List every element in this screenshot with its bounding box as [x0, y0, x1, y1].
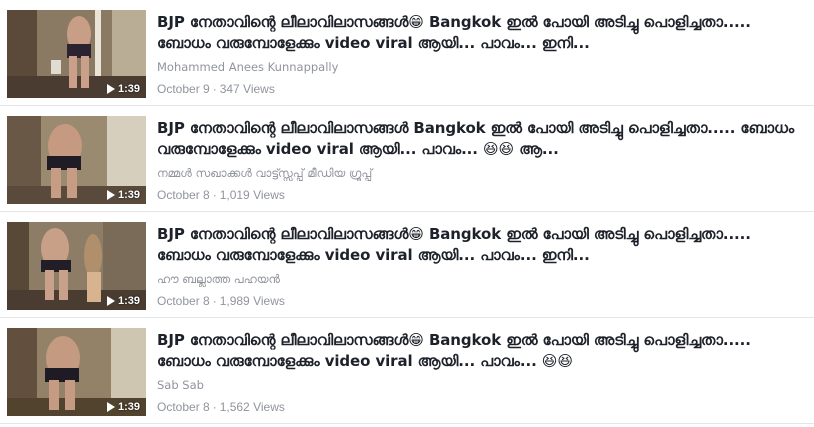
video-list-item[interactable]: 1:39 BJP നേതാവിന്റെ ലീലാവിലാസങ്ങൾ😁 Bangk… — [0, 321, 814, 424]
video-list-item[interactable]: 1:39 BJP നേതാവിന്റെ ലീലാവിലാസങ്ങൾ😁 Bangk… — [0, 3, 814, 106]
play-icon — [106, 402, 115, 412]
duration-label: 1:39 — [117, 83, 140, 95]
video-meta: October 8 · 1,019 Views — [157, 188, 804, 203]
video-info: BJP നേതാവിന്റെ ലീലാവിലാസങ്ങൾ😁 Bangkok ഇൽ… — [157, 330, 804, 415]
duration-label: 1:39 — [117, 401, 140, 413]
video-duration: 1:39 — [106, 189, 140, 201]
duration-label: 1:39 — [117, 189, 140, 201]
video-title[interactable]: BJP നേതാവിന്റെ ലീലാവിലാസങ്ങൾ😁 Bangkok ഇൽ… — [157, 330, 804, 372]
video-author[interactable]: Sab Sab — [157, 378, 804, 393]
video-views: 347 Views — [219, 82, 275, 96]
video-duration: 1:39 — [106, 401, 140, 413]
video-meta: October 9 · 347 Views — [157, 82, 804, 97]
video-meta: October 8 · 1,989 Views — [157, 294, 804, 309]
video-author[interactable]: ഹൗ ബല്ലാത്ത പഹയൻ — [157, 272, 804, 287]
video-thumbnail[interactable]: 1:39 — [7, 328, 146, 416]
meta-separator: · — [212, 294, 217, 308]
video-info: BJP നേതാവിന്റെ ലീലാവിലാസങ്ങൾ😁 Bangkok ഇൽ… — [157, 12, 804, 97]
video-list-item[interactable]: 1:39 BJP നേതാവിന്റെ ലീലാവിലാസങ്ങൾ😁 Bangk… — [0, 215, 814, 318]
play-icon — [106, 84, 115, 94]
video-views: 1,562 Views — [219, 400, 285, 414]
video-list: 1:39 BJP നേതാവിന്റെ ലീലാവിലാസങ്ങൾ😁 Bangk… — [0, 0, 814, 427]
video-date[interactable]: October 8 — [157, 188, 210, 202]
video-thumbnail[interactable]: 1:39 — [7, 10, 146, 98]
meta-separator: · — [212, 188, 217, 202]
video-meta: October 8 · 1,562 Views — [157, 400, 804, 415]
meta-separator: · — [212, 400, 217, 414]
video-date[interactable]: October 8 — [157, 294, 210, 308]
video-info: BJP നേതാവിന്റെ ലീലാവിലാസങ്ങൾ Bangkok ഇൽ … — [157, 118, 804, 203]
video-list-item[interactable]: 1:39 BJP നേതാവിന്റെ ലീലാവിലാസങ്ങൾ Bangko… — [0, 109, 814, 212]
video-views: 1,019 Views — [219, 188, 285, 202]
duration-label: 1:39 — [117, 295, 140, 307]
video-date[interactable]: October 9 — [157, 82, 210, 96]
video-title[interactable]: BJP നേതാവിന്റെ ലീലാവിലാസങ്ങൾ😁 Bangkok ഇൽ… — [157, 224, 804, 266]
video-info: BJP നേതാവിന്റെ ലീലാവിലാസങ്ങൾ😁 Bangkok ഇൽ… — [157, 224, 804, 309]
meta-separator: · — [212, 82, 217, 96]
video-title[interactable]: BJP നേതാവിന്റെ ലീലാവിലാസങ്ങൾ Bangkok ഇൽ … — [157, 118, 804, 160]
video-date[interactable]: October 8 — [157, 400, 210, 414]
play-icon — [106, 190, 115, 200]
play-icon — [106, 296, 115, 306]
video-duration: 1:39 — [106, 83, 140, 95]
video-thumbnail[interactable]: 1:39 — [7, 222, 146, 310]
video-title[interactable]: BJP നേതാവിന്റെ ലീലാവിലാസങ്ങൾ😁 Bangkok ഇൽ… — [157, 12, 804, 54]
video-author[interactable]: നമ്മൾ സഖാക്കൾ വാട്ട്സ്സപ്പ് മീഡിയ ഗ്രൂപ്… — [157, 166, 804, 181]
video-views: 1,989 Views — [219, 294, 285, 308]
video-duration: 1:39 — [106, 295, 140, 307]
video-author[interactable]: Mohammed Anees Kunnappally — [157, 60, 804, 75]
video-thumbnail[interactable]: 1:39 — [7, 116, 146, 204]
